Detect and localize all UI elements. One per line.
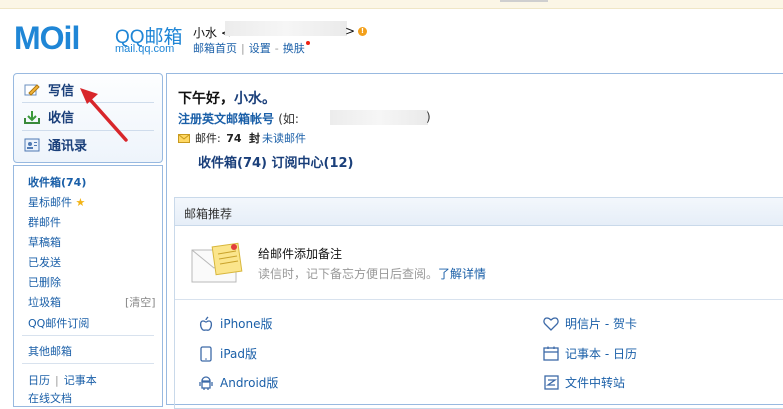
new-badge-dot (305, 41, 310, 45)
star-icon: ★ (75, 196, 86, 209)
folder-divider (22, 335, 154, 336)
clear-trash-link[interactable]: [清空] (125, 294, 156, 310)
sticky-note-envelope-icon (191, 242, 243, 283)
folder-divider (22, 363, 154, 364)
calendar-icon (543, 346, 559, 362)
qqmail-logo[interactable]: MOil (14, 20, 80, 57)
header-links: 邮箱首页 | 设置 - 换肤 (193, 40, 310, 56)
folder-trash[interactable]: 垃圾箱 (28, 294, 61, 310)
register-english-line: 注册英文邮箱帐号 (如: (178, 112, 299, 126)
tip-text: 读信时，记下备忘方便日后查阅。了解详情 (258, 267, 487, 281)
inbox-quick-link[interactable]: 收件箱(74) (198, 156, 267, 171)
greeting: 下午好，小水。 (178, 91, 276, 107)
calendar-link[interactable]: 日历 (28, 374, 50, 387)
tools-links: 日历 | 记事本 (28, 374, 97, 387)
email-address-redacted (225, 21, 347, 36)
register-close-paren: ) (426, 110, 431, 124)
folder-panel: 收件箱(74) 星标邮件 ★ 群邮件 草稿箱 已发送 已删除 垃圾箱 [清空] … (13, 165, 163, 407)
postcard-link[interactable]: 明信片 - 贺卡 (543, 315, 637, 332)
online-docs-link[interactable]: 在线文档 (28, 390, 72, 406)
folder-drafts[interactable]: 草稿箱 (28, 234, 61, 250)
folder-deleted[interactable]: 已删除 (28, 274, 61, 290)
unread-mail-link[interactable]: 未读邮件 (262, 130, 306, 146)
recommend-header (175, 198, 783, 226)
file-transfer-link[interactable]: 文件中转站 (543, 374, 625, 391)
strip-handle (500, 0, 548, 2)
notes-calendar-link[interactable]: 记事本 - 日历 (543, 345, 637, 362)
warning-icon[interactable]: ! (358, 27, 367, 36)
mail-count: 74 (226, 131, 242, 145)
compose-label: 写信 (48, 84, 75, 99)
tablet-icon (198, 345, 214, 362)
red-arrow-annotation (80, 88, 128, 142)
recommend-title: 邮箱推荐 (184, 207, 233, 221)
contacts-card-icon (24, 138, 40, 152)
file-transfer-icon (543, 375, 559, 391)
envelope-icon (178, 133, 190, 143)
receive-button[interactable]: 收信 (24, 107, 74, 126)
heart-icon (543, 316, 559, 332)
android-app-link[interactable]: Android版 (198, 374, 278, 391)
apple-icon (198, 316, 214, 332)
settings-link[interactable]: 设置 (249, 42, 271, 55)
mail-count-line: 邮件: 74 封未读邮件 (178, 130, 306, 146)
folder-groups[interactable]: 群邮件 (28, 214, 61, 230)
folder-inbox[interactable]: 收件箱(74) (28, 174, 86, 190)
folder-subscriptions[interactable]: QQ邮件订阅 (28, 315, 89, 331)
top-notice-strip (0, 0, 783, 9)
quick-folder-links: 收件箱(74) 订阅中心(12) (198, 152, 354, 171)
tip-title: 给邮件添加备注 (258, 247, 343, 261)
learn-more-link[interactable]: 了解详情 (438, 267, 486, 281)
android-icon (198, 375, 214, 391)
subscription-center-link[interactable]: 订阅中心(12) (272, 156, 354, 171)
download-inbox-icon (24, 110, 40, 124)
logo-url-text: mail.qq.com (115, 43, 175, 55)
compose-button[interactable]: 写信 (24, 80, 74, 99)
receive-label: 收信 (48, 111, 75, 126)
pencil-icon (24, 83, 40, 97)
folder-other-mailboxes[interactable]: 其他邮箱 (28, 343, 72, 359)
iphone-app-link[interactable]: iPhone版 (198, 315, 273, 332)
greeting-name: 小水。 (234, 91, 276, 107)
logo-text: MOil (14, 20, 80, 56)
notes-link[interactable]: 记事本 (64, 374, 97, 387)
ipad-app-link[interactable]: iPad版 (198, 345, 257, 362)
recommend-divider (175, 299, 783, 300)
mail-home-link[interactable]: 邮箱首页 (193, 42, 237, 55)
email-close-bracket: > (345, 24, 356, 38)
register-english-link[interactable]: 注册英文邮箱帐号 (178, 112, 274, 126)
folder-sent[interactable]: 已发送 (28, 254, 61, 270)
skin-link[interactable]: 换肤 (283, 42, 305, 55)
folder-starred[interactable]: 星标邮件 ★ (28, 194, 85, 210)
example-address-redacted (330, 110, 428, 125)
